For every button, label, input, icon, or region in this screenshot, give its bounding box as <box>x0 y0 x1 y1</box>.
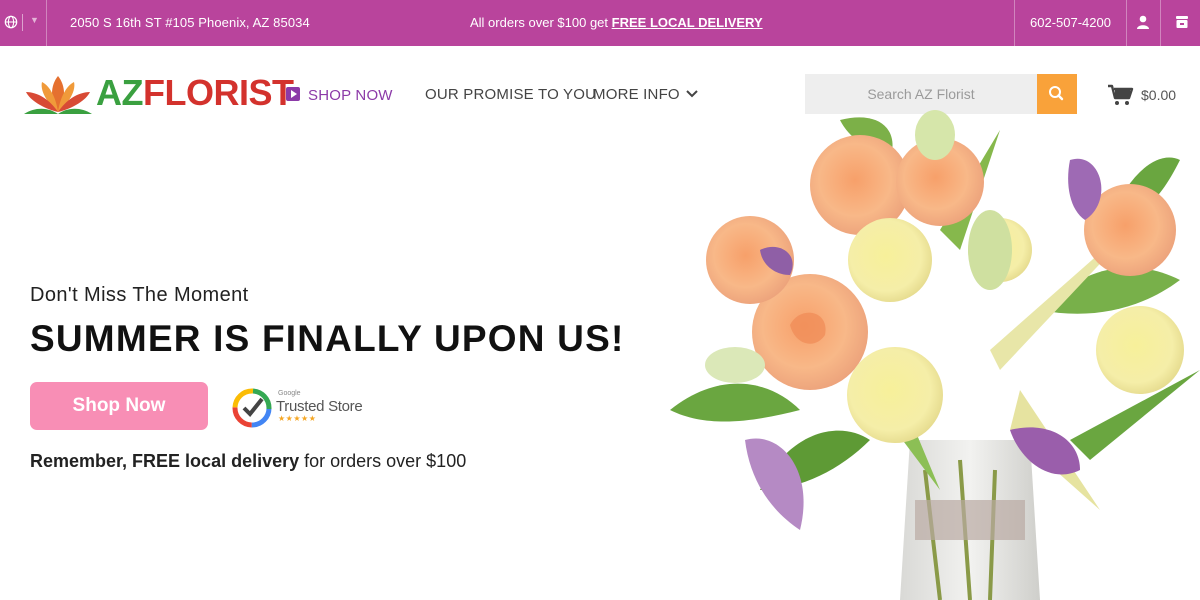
globe-icon[interactable] <box>4 15 18 29</box>
store-address: 2050 S 16th ST #105 Phoenix, AZ 85034 <box>70 15 310 30</box>
lotus-logo-icon <box>24 76 92 114</box>
divider <box>1014 0 1015 46</box>
user-icon[interactable] <box>1135 14 1151 30</box>
trusted-store-badge[interactable]: Google Trusted Store ★★★★★ <box>232 386 372 430</box>
nav-more-info-label: MORE INFO <box>593 86 680 103</box>
phone-number[interactable]: 602-507-4200 <box>1030 15 1111 30</box>
store-icon[interactable] <box>1174 14 1190 30</box>
site-logo[interactable]: AZFLORIST <box>22 70 294 118</box>
logo-prefix: AZ <box>96 72 144 113</box>
logo-name: FLORIST <box>143 72 294 113</box>
search-button[interactable] <box>1037 74 1077 114</box>
divider <box>46 0 47 46</box>
divider <box>1126 0 1127 46</box>
chevron-down-icon <box>686 90 698 98</box>
nav-shop-now-label: SHOP NOW <box>308 87 393 104</box>
delivery-note-rest: for orders over $100 <box>299 451 467 471</box>
hero-subtitle: Don't Miss The Moment <box>30 284 249 306</box>
hero-title: SUMMER IS FINALLY UPON US! <box>30 318 625 359</box>
delivery-note: Remember, FREE local delivery for orders… <box>30 451 466 472</box>
promo-message: All orders over $100 get FREE LOCAL DELI… <box>470 15 763 30</box>
badge-label: Trusted Store <box>276 398 363 415</box>
nav-our-promise[interactable]: OUR PROMISE TO YOU <box>425 86 596 103</box>
cart-icon[interactable] <box>1108 84 1134 106</box>
divider <box>1160 0 1161 46</box>
badge-google-label: Google <box>278 390 301 397</box>
hero-shop-now-button[interactable]: Shop Now <box>30 382 208 430</box>
delivery-note-bold: Remember, FREE local delivery <box>30 451 300 471</box>
play-icon <box>286 87 300 101</box>
divider <box>22 14 23 31</box>
nav-more-info[interactable]: MORE INFO <box>593 86 698 103</box>
google-check-icon <box>232 388 272 428</box>
search-input[interactable] <box>805 74 1037 114</box>
search-icon <box>1049 86 1064 101</box>
flower-bouquet-image <box>670 110 1200 600</box>
promo-text: All orders over $100 get <box>470 15 609 30</box>
nav-shop-now[interactable]: SHOP NOW <box>286 86 393 104</box>
top-bar: ▼ 2050 S 16th ST #105 Phoenix, AZ 85034 … <box>0 0 1200 46</box>
free-delivery-link[interactable]: FREE LOCAL DELIVERY <box>612 15 763 30</box>
cart-total[interactable]: $0.00 <box>1141 87 1176 103</box>
chevron-down-icon[interactable]: ▼ <box>30 15 39 25</box>
badge-stars: ★★★★★ <box>278 414 317 423</box>
